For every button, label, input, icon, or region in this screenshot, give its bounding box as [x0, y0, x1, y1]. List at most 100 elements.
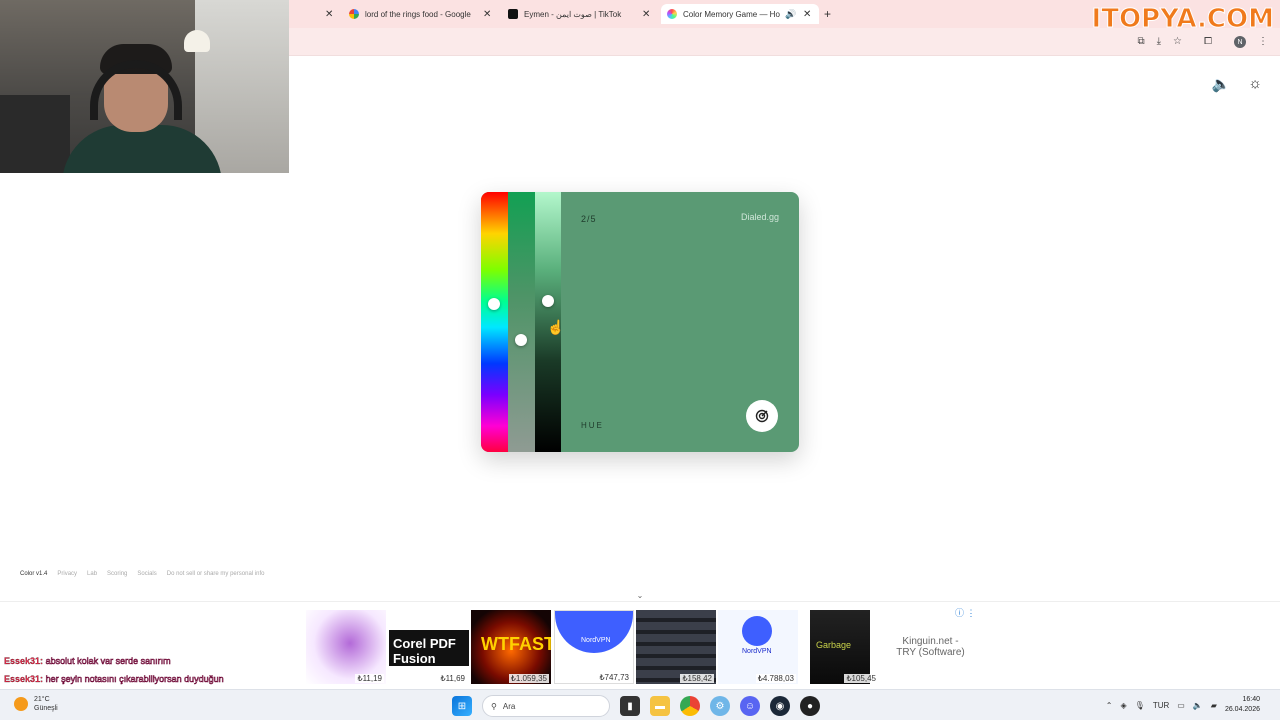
ad-image — [636, 610, 716, 684]
ad-item[interactable]: NordVPN ₺4.788,03 — [718, 610, 798, 684]
windows-start-icon[interactable]: ⊞ — [452, 696, 472, 716]
settings-gear-icon[interactable]: ⚙ — [710, 696, 730, 716]
volume-icon[interactable]: 🔈 — [1212, 75, 1231, 93]
version-label: Color v1.4 — [20, 571, 48, 577]
language-indicator[interactable]: TUR — [1153, 701, 1169, 710]
discord-icon[interactable]: ☺ — [740, 696, 760, 716]
footer-link-socials[interactable]: Socials — [137, 571, 156, 577]
lightness-slider-handle[interactable] — [542, 295, 554, 308]
clock-date: 26.04.2026 — [1224, 706, 1260, 713]
ad-title: NordVPN — [581, 637, 611, 644]
file-explorer-icon[interactable]: ▬ — [650, 696, 670, 716]
search-placeholder: Ara — [502, 701, 516, 711]
security-icon[interactable]: ◈ — [1121, 701, 1127, 710]
profile-avatar-icon[interactable]: N — [1234, 36, 1246, 48]
battery-icon[interactable]: ▰ — [1211, 701, 1217, 710]
toolbar-icons: ⧉ ⤓ ☆ ⧠ N ⋮ — [1137, 36, 1268, 48]
webcam-lamp — [184, 30, 210, 52]
ad-collapse-chevron-icon[interactable]: ⌄ — [630, 591, 650, 601]
taskbar-search[interactable]: ⚲ Ara — [482, 695, 610, 717]
dialed-icon — [667, 9, 677, 19]
ad-info-icon[interactable]: ⓘ ⋮ — [955, 606, 976, 619]
stream-chat-overlay: Essek31: absolut kolak var serde sanırım… — [4, 652, 224, 688]
chat-text: absolut kolak var serde sanırım — [45, 656, 171, 667]
footer-link-do-not-sell[interactable]: Do not sell or share my personal info — [167, 571, 265, 577]
tab-close-icon[interactable]: ✕ — [325, 9, 333, 20]
tray-chevron-icon[interactable]: ⌃ — [1106, 701, 1113, 710]
ad-item[interactable]: NordVPN ₺747,73 — [554, 610, 634, 684]
chat-message: Essek31: her şeyin notasını çıkarabiliyo… — [4, 670, 224, 688]
hue-slider[interactable] — [481, 192, 508, 452]
tab-label: Color Memory Game — Ho — [683, 9, 780, 19]
clock-time: 16:40 — [1242, 696, 1260, 703]
system-tray: ⌃ ◈ 🎙 TUR ▭ 🔈 ▰ 16:40 26.04.2026 — [1106, 695, 1260, 715]
chat-message: Essek31: absolut kolak var serde sanırım — [4, 652, 224, 670]
download-icon[interactable]: ⤓ — [1157, 36, 1161, 48]
windows-taskbar: 21°C Güneşli ⊞ ⚲ Ara ▮ ▬ ⚙ ☺ ◉ ● ⌃ ◈ 🎙 T… — [0, 689, 1280, 720]
ad-item[interactable]: ₺11,19 — [306, 610, 386, 684]
footer-link-privacy[interactable]: Privacy — [57, 571, 77, 577]
volume-tray-icon[interactable]: 🔈 — [1193, 701, 1203, 710]
obs-icon[interactable]: ● — [800, 696, 820, 716]
saturation-slider[interactable] — [508, 192, 535, 452]
tab-google-search[interactable]: lord of the rings food - Google ✕ — [349, 4, 499, 24]
ad-sponsor-text[interactable]: Kinguin.net - TRY (Software) — [893, 636, 968, 658]
hue-slider-handle[interactable] — [488, 297, 500, 310]
menu-kebab-icon[interactable]: ⋮ — [1258, 36, 1268, 48]
webcam-overlay — [0, 0, 289, 173]
ad-title: NordVPN — [742, 648, 772, 655]
weather-widget[interactable]: 21°C Güneşli — [14, 695, 58, 713]
ad-price: ₺1.059,35 — [508, 674, 549, 683]
tab-tiktok[interactable]: Eymen - صوت ايمن | TikTok ✕ — [508, 4, 658, 24]
page-top-controls: 🔈 ☼ — [1212, 75, 1262, 93]
round-counter: 2/5 — [581, 214, 597, 224]
tab-label: lord of the rings food - Google — [365, 9, 471, 19]
chat-text: her şeyin notasını çıkarabiliyorsan duyd… — [45, 674, 224, 685]
ad-price: ₺158,42 — [680, 674, 714, 683]
chat-username: Essek31: — [4, 674, 44, 684]
ad-image — [555, 611, 633, 653]
ad-price: ₺11,19 — [355, 674, 384, 683]
itopya-logo: ITOPYA.COM — [1091, 4, 1274, 35]
hand-cursor-icon: ☝ — [547, 319, 565, 335]
tab-close-icon[interactable]: ✕ — [642, 9, 650, 20]
tab-previous[interactable]: ✕ — [323, 4, 341, 24]
task-view-icon[interactable]: ▮ — [620, 696, 640, 716]
tab-close-icon[interactable]: ✕ — [483, 9, 491, 20]
page-footer: Color v1.4 Privacy Lab Scoring Socials D… — [20, 571, 264, 577]
brand-label[interactable]: Dialed.gg — [741, 212, 779, 222]
speaker-icon[interactable]: 🔊 — [785, 9, 796, 20]
weather-desc: Güneşli — [34, 705, 58, 712]
chrome-icon[interactable] — [680, 696, 700, 716]
clock[interactable]: 16:40 26.04.2026 — [1225, 695, 1260, 715]
ad-item[interactable]: Corel PDF Fusion ₺11,69 — [389, 610, 469, 684]
ad-item[interactable]: WTFAST ₺1.059,35 — [471, 610, 551, 684]
saturation-slider-handle[interactable] — [515, 334, 527, 347]
ad-image — [742, 616, 772, 646]
webcam-chair — [0, 95, 70, 173]
translate-icon[interactable]: ⧉ — [1137, 36, 1144, 48]
chat-username: Essek31: — [4, 656, 44, 666]
slider-mode-label: HUE — [581, 421, 604, 430]
footer-link-scoring[interactable]: Scoring — [107, 571, 127, 577]
sun-icon — [14, 697, 28, 711]
color-game-card: 2/5 Dialed.gg HUE — [481, 192, 799, 452]
new-tab-button[interactable]: + — [824, 4, 831, 24]
steam-icon[interactable]: ◉ — [770, 696, 790, 716]
submit-guess-button[interactable] — [746, 400, 778, 432]
tab-close-icon[interactable]: ✕ — [803, 9, 811, 20]
microphone-icon[interactable]: 🎙 — [1135, 701, 1145, 710]
ad-item[interactable]: ₺158,42 — [636, 610, 716, 684]
tab-color-memory-game[interactable]: Color Memory Game — Ho 🔊 ✕ — [661, 4, 819, 24]
target-icon — [755, 409, 769, 423]
footer-link-lab[interactable]: Lab — [87, 571, 97, 577]
star-icon[interactable]: ☆ — [1173, 36, 1182, 48]
ad-price: ₺4.788,03 — [755, 674, 796, 683]
ad-title: Corel PDF Fusion — [393, 636, 456, 666]
ad-item[interactable]: Garbage ₺105,45 — [800, 610, 880, 684]
google-icon — [349, 9, 359, 19]
tiktok-icon — [508, 9, 518, 19]
network-icon[interactable]: ▭ — [1177, 701, 1185, 710]
extensions-icon[interactable]: ⧠ — [1204, 36, 1212, 48]
theme-sun-icon[interactable]: ☼ — [1248, 75, 1262, 93]
